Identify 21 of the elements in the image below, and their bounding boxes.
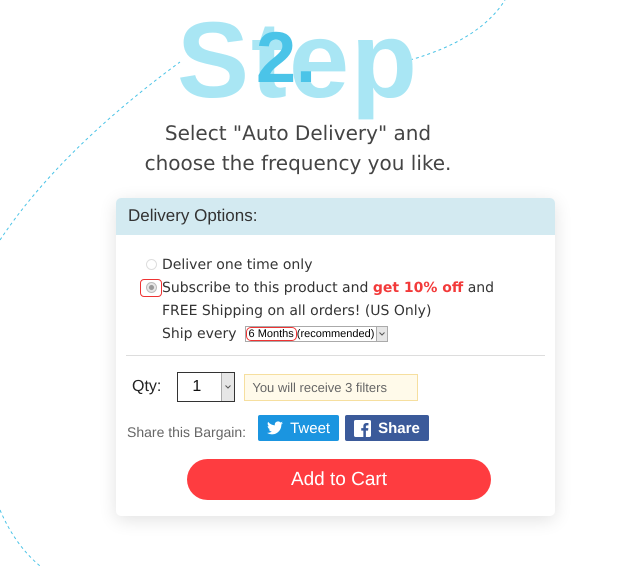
radio-button[interactable] xyxy=(146,282,156,293)
caret-icon xyxy=(379,332,386,336)
bird-icon xyxy=(267,421,284,435)
caret-icon xyxy=(225,385,232,389)
radio-button[interactable] xyxy=(146,259,156,270)
instruction-text: choose the frequency you like. xyxy=(144,150,452,177)
card-header: Delivery Options: xyxy=(116,198,555,235)
add-to-cart-button[interactable]: Add to Cart xyxy=(187,459,491,500)
quantity-dropdown[interactable]: 1 xyxy=(177,372,236,402)
frequency-dropdown[interactable]: 6 Months (recommended) xyxy=(244,326,388,342)
f-logo-icon xyxy=(354,420,372,436)
option-label: Deliver one time only xyxy=(162,256,312,272)
option-note: FREE Shipping on all orders! (US Only) xyxy=(162,302,432,318)
instruction-text: Select "Auto Delivery" and xyxy=(164,120,432,147)
share-label: Share this Bargain: xyxy=(127,424,246,440)
frequency-label: Ship every xyxy=(162,326,237,342)
share-button[interactable]: Share xyxy=(345,415,429,441)
qty-label: Qty: xyxy=(132,378,162,396)
dashed-curve xyxy=(0,510,40,566)
option-label: Subscribe to this product and get 10% off and xyxy=(162,280,494,296)
filters-notice: You will receive 3 filters xyxy=(244,374,418,400)
